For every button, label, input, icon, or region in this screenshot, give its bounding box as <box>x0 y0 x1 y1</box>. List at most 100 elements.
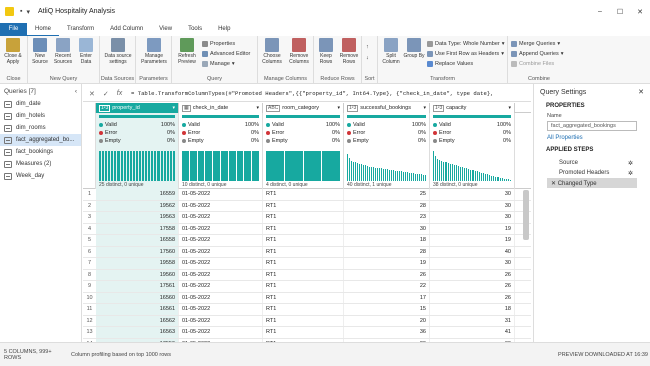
table-row[interactable]: 5 16558 01-05-2022 RT1 18 19 <box>83 235 531 247</box>
number-type-icon[interactable]: 1²3 <box>347 104 359 112</box>
table-cell[interactable]: 19 <box>430 235 515 246</box>
table-cell[interactable]: RT1 <box>263 258 344 269</box>
value-distribution-histogram[interactable] <box>266 151 340 181</box>
cancel-formula-icon[interactable]: ✕ <box>89 90 95 98</box>
table-cell[interactable]: 19558 <box>96 258 179 269</box>
table-cell[interactable]: 16563 <box>96 327 179 338</box>
number-type-icon[interactable]: 1²3 <box>99 104 111 112</box>
refresh-preview-button[interactable]: Refresh Preview <box>174 38 200 65</box>
table-cell[interactable]: 26 <box>430 281 515 292</box>
replace-values-button[interactable]: Replace Values <box>427 59 473 68</box>
query-item-dim-rooms[interactable]: dim_rooms <box>0 122 81 134</box>
table-cell[interactable]: RT1 <box>263 269 344 280</box>
table-row[interactable]: 3 19563 01-05-2022 RT1 23 30 <box>83 212 531 224</box>
table-cell[interactable]: 16561 <box>96 304 179 315</box>
table-row[interactable]: 7 19558 01-05-2022 RT1 19 30 <box>83 258 531 270</box>
value-distribution-histogram[interactable] <box>433 151 511 181</box>
select-all-corner[interactable] <box>83 103 96 113</box>
profiling-mode[interactable]: Column profiling based on top 1000 rows <box>68 352 171 358</box>
table-cell[interactable]: 15 <box>344 304 430 315</box>
table-cell[interactable]: 16562 <box>96 315 179 326</box>
table-cell[interactable]: 01-05-2022 <box>179 327 263 338</box>
table-cell[interactable]: 01-05-2022 <box>179 292 263 303</box>
tab-help[interactable]: Help <box>210 23 238 36</box>
table-cell[interactable]: 16559 <box>96 189 179 200</box>
table-cell[interactable]: RT1 <box>263 315 344 326</box>
query-item-dim-date[interactable]: dim_date <box>0 98 81 110</box>
filter-dropdown-icon[interactable]: ▾ <box>423 105 426 111</box>
remove-columns-button[interactable]: Remove Columns <box>286 38 312 65</box>
table-cell[interactable]: 19 <box>430 223 515 234</box>
table-cell[interactable]: RT1 <box>263 223 344 234</box>
table-cell[interactable]: 19560 <box>96 269 179 280</box>
fx-icon[interactable]: fx <box>117 90 122 98</box>
confirm-formula-icon[interactable]: ✓ <box>103 90 109 98</box>
close-apply-button[interactable]: Close & Apply <box>2 38 24 65</box>
table-cell[interactable]: 01-05-2022 <box>179 258 263 269</box>
column-header-successful-bookings[interactable]: 1²3 successful_bookings ▾ <box>344 103 430 113</box>
split-column-button[interactable]: Split Column <box>380 38 402 65</box>
step-source[interactable]: Source ✲ <box>547 158 637 168</box>
formula-input[interactable]: = Table.TransformColumnTypes(#"Promoted … <box>131 90 526 97</box>
table-cell[interactable]: 17558 <box>96 223 179 234</box>
table-row[interactable]: 4 17558 01-05-2022 RT1 30 19 <box>83 223 531 235</box>
recent-sources-button[interactable]: Recent Sources <box>52 38 74 65</box>
table-cell[interactable]: 18 <box>430 304 515 315</box>
table-cell[interactable]: 19562 <box>96 200 179 211</box>
table-cell[interactable]: 30 <box>430 258 515 269</box>
table-cell[interactable]: 28 <box>344 246 430 257</box>
minimize-icon[interactable]: – <box>590 8 610 15</box>
table-cell[interactable]: 01-05-2022 <box>179 315 263 326</box>
table-cell[interactable]: 17 <box>344 292 430 303</box>
tab-home[interactable]: Home <box>27 23 60 36</box>
table-row[interactable]: 9 17561 01-05-2022 RT1 22 26 <box>83 281 531 293</box>
query-item-dim-hotels[interactable]: dim_hotels <box>0 110 81 122</box>
append-queries-button[interactable]: Append Queries ▾ <box>511 49 564 58</box>
keep-rows-button[interactable]: Keep Rows <box>315 38 337 65</box>
table-cell[interactable]: RT1 <box>263 189 344 200</box>
group-by-button[interactable]: Group By <box>403 38 425 59</box>
table-cell[interactable]: 01-05-2022 <box>179 281 263 292</box>
tab-transform[interactable]: Transform <box>59 23 102 36</box>
table-row[interactable]: 2 19562 01-05-2022 RT1 28 30 <box>83 200 531 212</box>
table-cell[interactable]: 25 <box>344 189 430 200</box>
table-cell[interactable]: 26 <box>344 269 430 280</box>
table-cell[interactable]: 01-05-2022 <box>179 235 263 246</box>
filter-dropdown-icon[interactable]: ▾ <box>256 105 259 111</box>
table-row[interactable]: 13 16563 01-05-2022 RT1 36 41 <box>83 327 531 339</box>
step-changed-type[interactable]: ✕ Changed Type <box>547 178 637 188</box>
use-first-row-headers-button[interactable]: Use First Row as Headers ▾ <box>427 49 504 58</box>
column-header-room-category[interactable]: ABC room_category ▾ <box>263 103 344 113</box>
table-cell[interactable]: 01-05-2022 <box>179 189 263 200</box>
table-cell[interactable]: 23 <box>344 212 430 223</box>
table-cell[interactable]: 17561 <box>96 281 179 292</box>
table-cell[interactable]: RT1 <box>263 327 344 338</box>
date-type-icon[interactable]: ▦ <box>182 104 191 112</box>
filter-dropdown-icon[interactable]: ▾ <box>337 105 340 111</box>
value-distribution-histogram[interactable] <box>182 151 259 181</box>
data-source-settings-button[interactable]: Data source settings <box>104 38 132 65</box>
table-cell[interactable]: 01-05-2022 <box>179 212 263 223</box>
table-cell[interactable]: 30 <box>344 223 430 234</box>
filter-dropdown-icon[interactable]: ▾ <box>508 105 511 111</box>
tab-view[interactable]: View <box>151 23 180 36</box>
table-row[interactable]: 1 16559 01-05-2022 RT1 25 30 <box>83 189 531 201</box>
value-distribution-histogram[interactable] <box>347 151 426 181</box>
table-cell[interactable]: 16560 <box>96 292 179 303</box>
delete-step-icon[interactable]: ✕ <box>551 181 558 187</box>
gear-icon[interactable]: ✲ <box>628 170 633 177</box>
value-distribution-histogram[interactable] <box>99 151 175 181</box>
column-header-property-id[interactable]: 1²3 property_id ▾ <box>96 103 179 113</box>
remove-rows-button[interactable]: Remove Rows <box>338 38 360 65</box>
table-cell[interactable]: 26 <box>430 269 515 280</box>
table-cell[interactable]: RT1 <box>263 246 344 257</box>
table-cell[interactable]: 36 <box>344 327 430 338</box>
query-name-input[interactable]: fact_aggregated_bookings <box>547 121 637 131</box>
table-cell[interactable]: 16558 <box>96 235 179 246</box>
table-row[interactable]: 12 16562 01-05-2022 RT1 20 31 <box>83 315 531 327</box>
table-cell[interactable]: RT1 <box>263 281 344 292</box>
number-type-icon[interactable]: 1²3 <box>433 104 445 112</box>
properties-button[interactable]: Properties <box>202 39 235 48</box>
query-item-week-day[interactable]: Week_day <box>0 170 81 182</box>
collapse-chevron-icon[interactable]: ‹ <box>75 88 77 95</box>
